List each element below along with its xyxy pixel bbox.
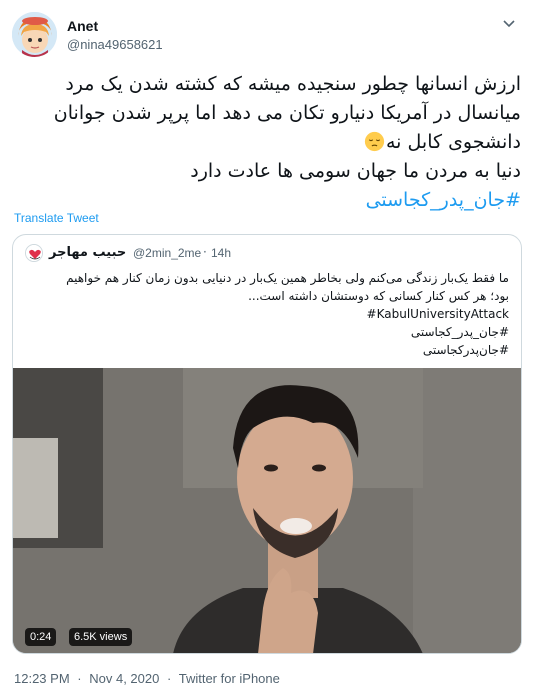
video-views-badge: 6.5K views [69, 628, 133, 646]
author-handle[interactable]: @nina49658621 [67, 37, 163, 52]
tweet-line: میانسال در آمریکا دنیارو تکان می دهد اما… [53, 102, 521, 124]
tweet-source[interactable]: Twitter for iPhone [179, 671, 280, 686]
quoted-tweet[interactable]: حبیب مهاجر @2min_2me · 14h ما فقط یک‌بار… [12, 234, 522, 654]
quoted-hashtag: #جان_پدر_کجاستی [410, 325, 509, 339]
quoted-timestamp: 14h [211, 246, 232, 260]
separator-dot: · [203, 245, 207, 259]
video-duration-badge: 0:24 [25, 628, 57, 646]
quoted-avatar [25, 244, 43, 262]
tweet-header: Anet @nina49658621 [12, 12, 521, 60]
tweet-line: ارزش انسانها چطور سنجیده میشه که کشته شد… [65, 73, 521, 95]
more-options-button[interactable] [497, 14, 521, 34]
quoted-hashtag: #KabulUniversityAttack [366, 307, 509, 321]
quoted-line: بود؛ هر کس کنار کسانی که دوستشان داشته ا… [248, 289, 509, 303]
separator-dot: · [77, 671, 82, 686]
quoted-tweet-header: حبیب مهاجر @2min_2me · 14h [25, 244, 511, 264]
tweet-line: دنیا به مردن ما جهان سومی ها عادت دارد [190, 160, 521, 182]
video-thumbnail [13, 368, 521, 653]
quoted-hashtag: #جان‌پدرکجاستی [422, 343, 509, 357]
author-name[interactable]: Anet [67, 18, 98, 34]
quoted-line: ما فقط یک‌بار زندگی می‌کنم ولی بخاطر همی… [66, 271, 509, 285]
chevron-down-icon [503, 20, 515, 28]
cartoon-girl-avatar-icon [12, 12, 57, 57]
video-player[interactable]: 0:24 6.5K views [13, 368, 521, 653]
translate-tweet-link[interactable]: Translate Tweet [14, 211, 99, 225]
tweet-time[interactable]: 12:23 PM [14, 671, 70, 686]
tweet-date[interactable]: Nov 4, 2020 [89, 671, 159, 686]
quoted-tweet-text: ما فقط یک‌بار زندگی می‌کنم ولی بخاطر همی… [23, 269, 509, 359]
tweet-text: ارزش انسانها چطور سنجیده میشه که کشته شد… [11, 70, 521, 215]
quoted-author-handle: @2min_2me [133, 246, 202, 260]
tweet-footer: 12:23 PM · Nov 4, 2020 · Twitter for iPh… [14, 671, 284, 686]
pensive-face-emoji-icon [364, 131, 385, 152]
avatar[interactable] [12, 12, 57, 57]
tweet-line-text: دانشجوی کابل نه [386, 131, 521, 153]
tweet-line: دانشجوی کابل نه [11, 128, 521, 157]
heart-avatar-icon [26, 245, 42, 261]
separator-dot: · [166, 671, 172, 686]
quoted-author-name: حبیب مهاجر [49, 245, 127, 260]
